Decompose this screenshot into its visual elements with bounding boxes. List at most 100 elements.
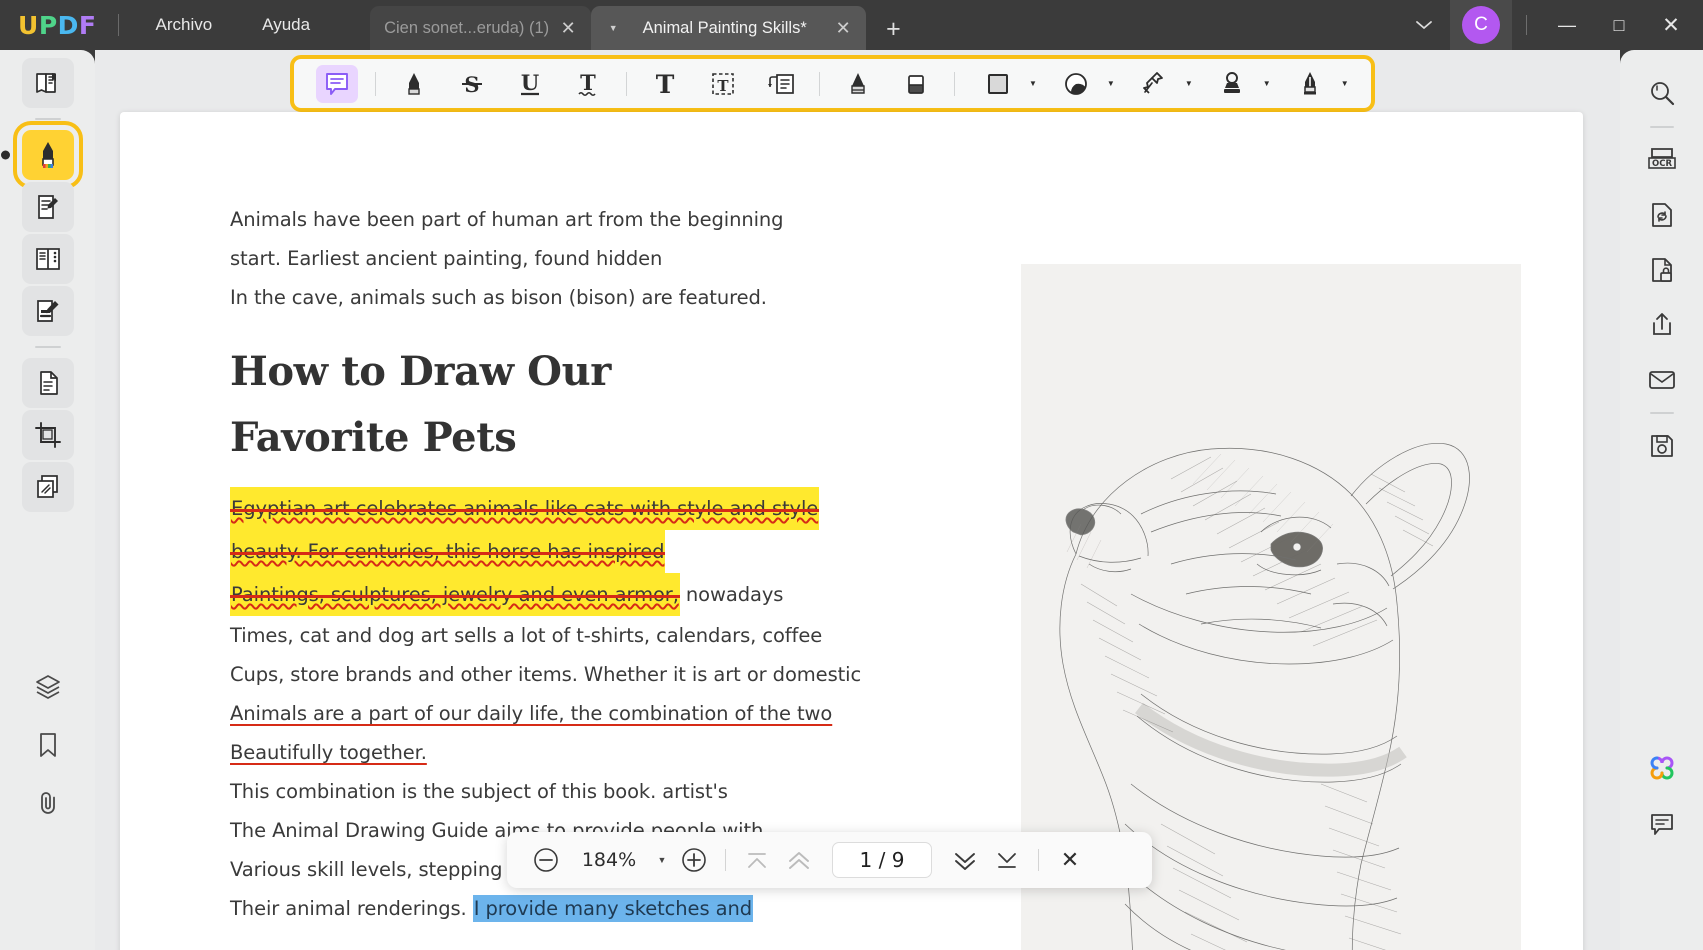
tool-sticker[interactable] xyxy=(1055,65,1097,103)
zoom-dropdown-chevron-down-icon[interactable]: ▼ xyxy=(651,855,673,865)
underlined-line[interactable]: Beautifully together. xyxy=(230,733,950,772)
ocr-button[interactable]: OCR xyxy=(1639,137,1685,183)
menu-ayuda[interactable]: Ayuda xyxy=(248,9,324,41)
new-tab-button[interactable]: + xyxy=(886,15,901,44)
red-underline-text[interactable]: Animals are a part of our daily life, th… xyxy=(230,702,832,725)
tool-signature-group[interactable]: ▼ xyxy=(1281,65,1349,103)
zoom-out-icon xyxy=(534,848,558,872)
page-indicator[interactable]: 1 / 9 xyxy=(832,842,932,878)
next-page-icon xyxy=(955,853,975,870)
tool-note[interactable] xyxy=(316,64,358,103)
highlight-strike-squiggly-text[interactable]: Paintings, sculptures, jewelry and even … xyxy=(230,573,680,616)
pdf-page-canvas[interactable]: Animals have been part of human art from… xyxy=(120,112,1583,950)
document-text-column[interactable]: Animals have been part of human art from… xyxy=(230,200,950,928)
tab-close-icon[interactable]: ✕ xyxy=(834,18,852,39)
chevron-down-icon[interactable]: ▼ xyxy=(1341,79,1349,88)
document-workspace: S U T T T ▼ ▼ ▼ ▼ ▼ Animals have been pa… xyxy=(95,50,1620,950)
sidebar-item-convert[interactable] xyxy=(21,358,74,408)
annotated-line[interactable]: beauty. For centuries, this horse has in… xyxy=(230,530,950,573)
tool-stamp-group[interactable]: ▼ xyxy=(1203,65,1271,103)
first-page-button[interactable] xyxy=(736,839,778,881)
chevron-down-icon[interactable]: ▼ xyxy=(1107,79,1115,88)
selected-text[interactable]: I provide many sketches and xyxy=(472,895,753,922)
close-toolbar-button[interactable]: ✕ xyxy=(1049,839,1091,881)
sidebar-item-annotate[interactable] xyxy=(0,121,83,189)
doc-line-tail: nowadays xyxy=(679,583,784,606)
updf-logo[interactable]: UPDF xyxy=(18,11,96,40)
sidebar-item-organize[interactable] xyxy=(21,234,74,284)
share-button[interactable] xyxy=(1639,302,1685,348)
maximize-button[interactable]: □ xyxy=(1593,0,1645,50)
menu-archivo[interactable]: Archivo xyxy=(141,9,226,41)
tool-strikethrough[interactable]: S xyxy=(451,65,493,103)
last-page-button[interactable] xyxy=(986,839,1028,881)
highlight-strike-squiggly-text[interactable]: beauty. For centuries, this horse has in… xyxy=(230,530,666,573)
highlight-strike-squiggly-text[interactable]: Egyptian art celebrates animals like cat… xyxy=(230,487,820,530)
tool-text-box[interactable]: T xyxy=(702,65,744,103)
first-page-icon xyxy=(748,853,766,868)
tool-highlight[interactable] xyxy=(393,65,435,103)
tool-text[interactable]: T xyxy=(644,65,686,103)
tool-shapes[interactable] xyxy=(977,65,1019,103)
tool-callout[interactable] xyxy=(760,65,802,103)
next-page-button[interactable] xyxy=(944,839,986,881)
tab-cien-sonetos[interactable]: Cien sonet...eruda) (1) ✕ xyxy=(370,6,592,50)
last-page-icon xyxy=(998,853,1016,868)
chevron-down-icon[interactable]: ▼ xyxy=(1029,79,1037,88)
sidebar-item-bookmarks[interactable] xyxy=(22,720,74,770)
tool-signature[interactable] xyxy=(1289,65,1331,103)
updf-ai-button[interactable] xyxy=(1639,746,1685,792)
tool-shapes-group[interactable]: ▼ xyxy=(969,65,1037,103)
left-sidebar xyxy=(0,50,95,950)
tool-pencil[interactable] xyxy=(837,65,879,103)
zoom-out-button[interactable] xyxy=(525,839,567,881)
tab-label: Animal Painting Skills* xyxy=(642,18,807,37)
zoom-level-value[interactable]: 184% xyxy=(567,849,651,871)
fountain-pen-icon xyxy=(1303,71,1316,94)
chevron-down-icon[interactable]: ▼ xyxy=(605,23,621,33)
tool-stamp[interactable] xyxy=(1211,65,1253,103)
tool-sticker-group[interactable]: ▼ xyxy=(1047,65,1115,103)
sidebar-item-form[interactable] xyxy=(21,286,74,336)
divider xyxy=(819,71,820,96)
convert-button[interactable] xyxy=(1639,192,1685,238)
sidebar-item-crop[interactable] xyxy=(21,410,74,460)
protect-button[interactable] xyxy=(1639,247,1685,293)
tool-stamp-pin[interactable] xyxy=(1133,65,1175,103)
save-as-button[interactable] xyxy=(1639,423,1685,469)
form-fill-icon xyxy=(36,300,58,322)
tool-eraser[interactable] xyxy=(895,65,937,103)
doc-line-selected[interactable]: Their animal renderings. I provide many … xyxy=(230,889,950,928)
doc-line: This combination is the subject of this … xyxy=(230,780,728,803)
previous-page-button[interactable] xyxy=(778,839,820,881)
sidebar-item-edit-pdf[interactable] xyxy=(21,182,74,232)
sidebar-item-reader[interactable] xyxy=(21,58,74,108)
chevron-down-icon[interactable]: ▼ xyxy=(1263,79,1271,88)
red-underline-text[interactable]: Beautifully together. xyxy=(230,741,427,764)
svg-text:T: T xyxy=(717,77,729,95)
close-button[interactable]: ✕ xyxy=(1645,0,1697,50)
chevron-down-icon[interactable]: ▼ xyxy=(1185,79,1193,88)
zoom-in-button[interactable] xyxy=(673,839,715,881)
sidebar-item-layers[interactable] xyxy=(22,662,74,712)
email-button[interactable] xyxy=(1639,357,1685,403)
account-button[interactable]: C xyxy=(1450,0,1512,50)
minimize-button[interactable]: — xyxy=(1541,0,1593,50)
svg-text:U: U xyxy=(521,70,539,95)
updf-ai-icon xyxy=(1650,756,1673,780)
sidebar-item-compare[interactable] xyxy=(21,462,74,512)
underlined-line[interactable]: Animals are a part of our daily life, th… xyxy=(230,694,950,733)
tab-list-chevron-down-icon[interactable] xyxy=(1398,19,1450,31)
annotated-line[interactable]: Egyptian art celebrates animals like cat… xyxy=(230,487,950,530)
annotated-line[interactable]: Paintings, sculptures, jewelry and even … xyxy=(230,573,950,616)
sidebar-item-attachments[interactable] xyxy=(22,778,74,828)
comments-button[interactable] xyxy=(1639,801,1685,847)
tab-close-icon[interactable]: ✕ xyxy=(559,18,577,39)
tool-squiggly[interactable]: T xyxy=(567,65,609,103)
tab-animal-painting-skills[interactable]: ▼ Animal Painting Skills* ✕ xyxy=(591,6,867,50)
ocr-icon: OCR xyxy=(1647,148,1676,169)
sticker-icon xyxy=(1065,72,1087,95)
tool-underline[interactable]: U xyxy=(509,65,551,103)
tool-pushpin-group[interactable]: ▼ xyxy=(1125,65,1193,103)
search-button[interactable] xyxy=(1639,71,1685,117)
